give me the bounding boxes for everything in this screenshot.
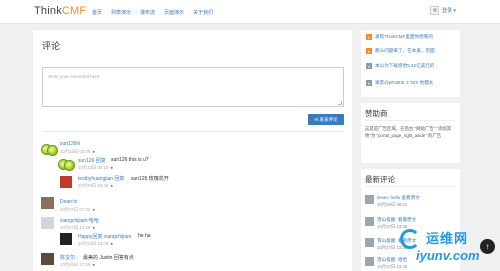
rank-badge: 4: [366, 63, 372, 69]
comment-author[interactable]: 陈宝尔 :: [60, 254, 78, 261]
avatar: [41, 253, 54, 265]
comment-author[interactable]: Happy回复 xiangchijiam: [78, 233, 131, 240]
login-menu[interactable]: 登录 ▾: [430, 6, 456, 15]
nav-list-demo[interactable]: 列表演示: [111, 9, 131, 16]
site-logo[interactable]: ThinkCMF: [34, 5, 86, 17]
comment-text: 最美的 Justin 回答有点: [83, 255, 134, 261]
comment-textarea[interactable]: Write your comment here: [42, 67, 344, 107]
hot-post-title[interactable]: 发现ThinkCMF里面你想看的: [375, 34, 433, 40]
comment-text: sun126 玫瑰花开: [131, 176, 169, 182]
brand-part1: Think: [34, 5, 62, 17]
user-avatar-icon: [430, 6, 439, 15]
hot-post-item[interactable]: 3 那么问题来了，在本来，页面: [366, 48, 458, 54]
page-title: 评论: [42, 41, 61, 51]
divider: [365, 120, 455, 121]
reply-icon[interactable]: ●: [92, 225, 95, 230]
comment-time: 10月23日 10:45 ●: [78, 183, 113, 188]
comment-time: 10月27日 07:22 ●: [60, 207, 95, 212]
latest-comments-title: 最新评论: [365, 175, 395, 184]
comment-time: 10月23日 00:10 ●: [78, 165, 113, 170]
reply-icon[interactable]: ●: [110, 165, 113, 170]
rank-badge: 3: [366, 48, 372, 54]
comment-text: he ha: [138, 233, 151, 239]
avatar: [60, 176, 72, 188]
login-label: 登录 ▾: [442, 8, 456, 14]
hot-post-title[interactable]: 果奔@pRoBIE 3 'iOS 他都太: [375, 80, 433, 86]
reply-icon[interactable]: ●: [110, 241, 113, 246]
comments-panel: 评论 Write your comment here ✉ 发表评论 sun126…: [33, 30, 352, 271]
comment-author[interactable]: xiangchijiam:哈哈: [60, 217, 99, 224]
avatar: [41, 144, 58, 156]
hot-post-item[interactable]: 5 果奔@pRoBIE 3 'iOS 他都太: [366, 80, 458, 86]
divider: [42, 131, 344, 132]
sponsor-box: 赞助商 这是是广告区域，在后台 "网站广告" "添加其他"为 "portal_p…: [361, 103, 460, 163]
comment-author[interactable]: sun126 回复: [78, 157, 106, 164]
comment-icon: ✉: [314, 116, 319, 122]
comment-placeholder: Write your comment here: [48, 74, 100, 79]
reply-icon[interactable]: ●: [92, 262, 95, 267]
avatar: [41, 217, 54, 229]
submit-comment-button[interactable]: ✉ 发表评论: [308, 114, 344, 125]
avatar: [365, 257, 374, 266]
rank-badge: 2: [366, 34, 372, 40]
comment-time: 10月23日 00:09 ●: [60, 149, 95, 154]
comment-time: 10月23日 13:09 ●: [78, 241, 113, 246]
avatar: [365, 195, 374, 204]
page: ThinkCMF 首页 列表演示 瀑布流 页面演示 关于我们 登录 ▾ 评论 W…: [0, 0, 500, 271]
hot-post-item[interactable]: 4 本以为下载感觉5.42亿美元的: [366, 63, 458, 69]
latest-comment-time: 10月29日 08:21: [377, 202, 408, 207]
avatar: [41, 197, 54, 209]
divider: [365, 186, 455, 187]
comment-text: sun126 this is u?: [111, 157, 149, 163]
watermark-en: iyunv.com: [416, 248, 480, 263]
latest-comment-author[interactable]: 雪山极酸: 看着原文: [377, 217, 416, 223]
main-nav: 首页 列表演示 瀑布流 页面演示 关于我们: [92, 9, 222, 16]
comment-time: 10月25日 17:55 ●: [60, 262, 95, 267]
comment-author[interactable]: testbyhuangjian 回复: [78, 175, 124, 182]
comment-time: 10月27日 13:39 ●: [60, 225, 95, 230]
submit-label: 发表评论: [319, 116, 338, 122]
comment-author[interactable]: sun126hi: [60, 141, 80, 147]
hot-post-title[interactable]: 那么问题来了，在本来，页面: [375, 48, 435, 54]
nav-home[interactable]: 首页: [92, 9, 102, 16]
brand-part2: CMF: [61, 5, 87, 17]
comment-author[interactable]: Dean:hi: [60, 199, 77, 205]
sponsor-text: 这是是广告区域，在后台 "网站广告" "添加其他"为 "portal_page_…: [365, 126, 452, 138]
hot-posts: 2 发现ThinkCMF里面你想看的 3 那么问题来了，在本来，页面 4 本以为…: [361, 30, 460, 97]
rank-badge: 5: [366, 80, 372, 86]
avatar: [365, 238, 374, 247]
hot-post-item[interactable]: 2 发现ThinkCMF里面你想看的: [366, 34, 458, 40]
resize-handle-icon[interactable]: [338, 101, 342, 105]
avatar: [60, 233, 72, 245]
reply-icon[interactable]: ●: [92, 149, 95, 154]
back-to-top-icon[interactable]: ↑: [480, 239, 495, 254]
watermark-logo-icon: [400, 229, 420, 249]
hot-post-title[interactable]: 本以为下载感觉5.42亿美元的: [375, 63, 434, 69]
avatar: [365, 217, 374, 226]
reply-icon[interactable]: ●: [110, 183, 113, 188]
nav-page-demo[interactable]: 页面演示: [164, 9, 184, 16]
sponsor-title: 赞助商: [365, 109, 388, 118]
nav-about[interactable]: 关于我们: [193, 9, 213, 16]
nav-waterfall[interactable]: 瀑布流: [140, 9, 155, 16]
top-navbar: ThinkCMF 首页 列表演示 瀑布流 页面演示 关于我们 登录 ▾: [0, 0, 500, 24]
watermark-cn: 运维网: [426, 231, 469, 246]
avatar: [58, 159, 75, 171]
reply-icon[interactable]: ●: [92, 207, 95, 212]
latest-comment-author[interactable]: Dean: hello 查看原文: [377, 195, 420, 201]
